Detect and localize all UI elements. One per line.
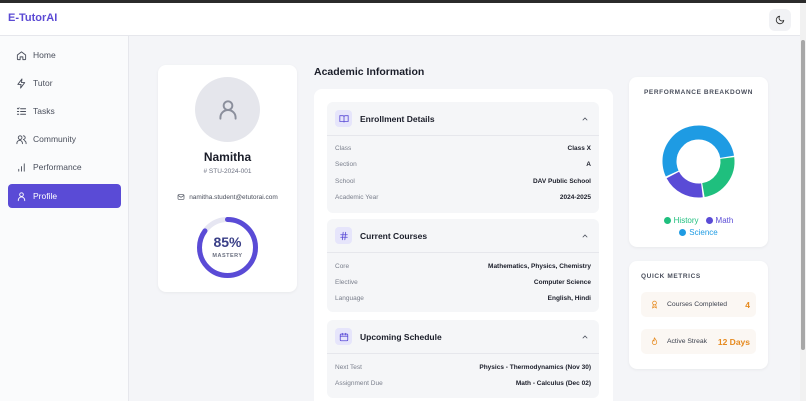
- home-icon: [16, 50, 27, 60]
- moon-icon: [775, 15, 785, 25]
- bolt-icon: [17, 77, 26, 89]
- mastery-label: MASTERY: [212, 253, 243, 259]
- list-icon: [16, 106, 27, 115]
- users-icon: [16, 134, 27, 144]
- sidebar-item-label: Community: [33, 134, 76, 144]
- sidebar-item-community[interactable]: Community: [8, 127, 121, 151]
- info-row: Language English, Hindi: [335, 295, 591, 302]
- mail-icon: [177, 194, 185, 200]
- chevron-up-icon[interactable]: [581, 115, 589, 123]
- academic-info-title: Academic Information: [314, 66, 425, 78]
- sidebar-item-label: Tutor: [33, 78, 53, 88]
- user-icon: [17, 191, 26, 201]
- info-row: Elective Computer Science: [335, 279, 591, 286]
- upcoming-schedule-card: Upcoming Schedule Next Test Physics - The…: [327, 320, 599, 398]
- hash-icon: [339, 231, 348, 240]
- profile-name: Namitha: [203, 150, 252, 164]
- profile-email-text: namitha.student@etutorai.com: [189, 193, 278, 201]
- sidebar: Home Tutor Tasks Community Performance P…: [0, 36, 129, 401]
- avatar[interactable]: [195, 77, 260, 142]
- current-courses-header[interactable]: Current Courses: [327, 219, 599, 253]
- sidebar-item-label: Profile: [33, 191, 58, 201]
- legend-item-math[interactable]: Math: [705, 216, 733, 225]
- quick-metrics-card: QUICK METRICS Courses Completed 4 Active…: [629, 261, 768, 369]
- metric-value: 12 Days: [717, 337, 750, 347]
- mastery-value: 85%: [213, 234, 242, 250]
- sidebar-item-tasks[interactable]: Tasks: [8, 99, 121, 123]
- upcoming-schedule-header[interactable]: Upcoming Schedule: [327, 320, 599, 354]
- legend-item-history[interactable]: History: [663, 216, 699, 225]
- enrollment-details-card: Enrollment Details Class Class X Section A…: [327, 102, 599, 213]
- info-row: Academic Year 2024-2025: [335, 194, 591, 201]
- legend-item-science[interactable]: Science: [679, 228, 718, 237]
- performance-breakdown-card: PERFORMANCE BREAKDOWN History Math Scien…: [629, 77, 768, 247]
- sidebar-item-performance[interactable]: Performance: [8, 155, 121, 179]
- student-id: # STU-2024-001: [203, 168, 252, 175]
- enrollment-details-title: Enrollment Details: [360, 113, 435, 124]
- info-row: School DAV Public School: [335, 178, 591, 185]
- flame-icon: [651, 337, 658, 345]
- enrollment-details-header[interactable]: Enrollment Details: [327, 102, 599, 136]
- metric-courses-completed: Courses Completed 4: [641, 292, 756, 317]
- sidebar-item-profile[interactable]: Profile: [8, 184, 121, 208]
- award-icon: [652, 300, 657, 309]
- chart-legend: Science: [629, 228, 768, 237]
- profile-email: namitha.student@etutorai.com: [158, 193, 297, 201]
- app-header: E-TutorAI: [0, 3, 800, 36]
- theme-toggle-button[interactable]: [769, 9, 791, 31]
- info-row: Section A: [335, 161, 591, 168]
- performance-breakdown-title: PERFORMANCE BREAKDOWN: [643, 89, 753, 96]
- upcoming-schedule-title: Upcoming Schedule: [360, 331, 442, 342]
- page-scrollbar-thumb[interactable]: [801, 40, 805, 350]
- chart-legend: History Math: [629, 216, 768, 225]
- info-row: Class Class X: [335, 145, 591, 152]
- sidebar-item-home[interactable]: Home: [8, 43, 121, 67]
- sidebar-item-tutor[interactable]: Tutor: [8, 71, 121, 95]
- chart-icon: [18, 162, 25, 172]
- quick-metrics-title: QUICK METRICS: [641, 273, 701, 280]
- info-row: Next Test Physics - Thermodynamics (Nov 3…: [335, 364, 591, 371]
- metric-active-streak: Active Streak 12 Days: [641, 329, 756, 354]
- performance-donut-chart: [662, 125, 735, 198]
- user-icon: [218, 99, 237, 120]
- brand-logo[interactable]: E-TutorAI: [8, 12, 57, 24]
- metric-value: 4: [745, 300, 750, 310]
- current-courses-title: Current Courses: [360, 230, 428, 241]
- sidebar-item-label: Performance: [33, 162, 82, 172]
- sidebar-item-label: Home: [33, 50, 56, 60]
- chevron-up-icon[interactable]: [581, 232, 589, 240]
- profile-card: Namitha # STU-2024-001 namitha.student@e…: [158, 65, 297, 292]
- current-courses-card: Current Courses Core Mathematics, Physics…: [327, 219, 599, 312]
- info-row: Core Mathematics, Physics, Chemistry: [335, 263, 591, 270]
- sidebar-item-label: Tasks: [33, 106, 55, 116]
- info-row: Assignment Due Math - Calculus (Dec 02): [335, 380, 591, 387]
- calendar-icon: [339, 332, 348, 341]
- chevron-up-icon[interactable]: [581, 333, 589, 341]
- book-icon: [338, 114, 349, 122]
